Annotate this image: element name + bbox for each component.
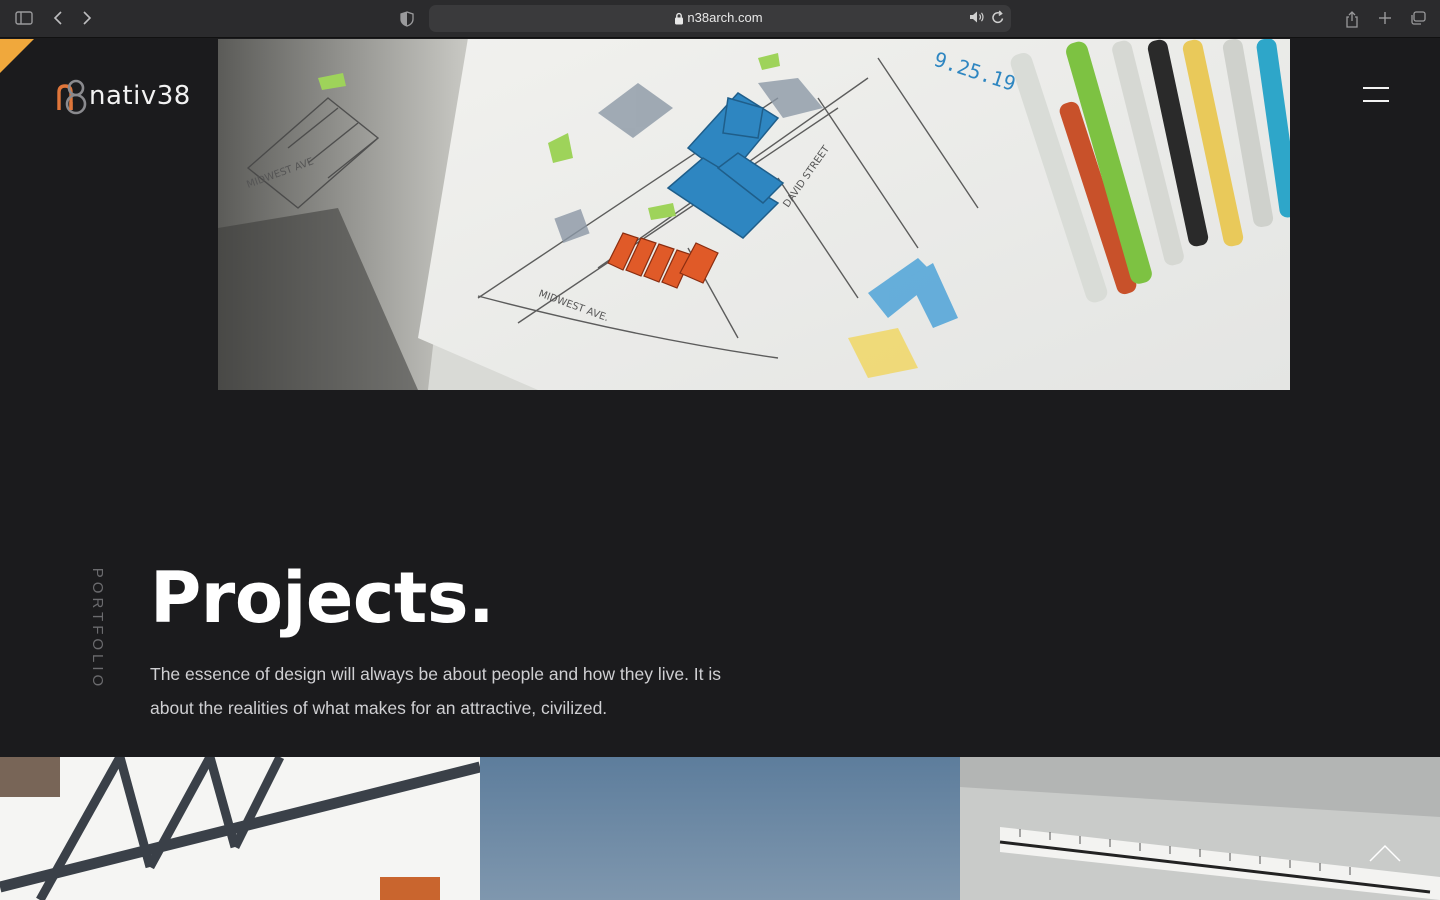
logo-wordmark: nativ38 [89,81,191,111]
project-gallery [0,757,1440,900]
audio-icon[interactable] [969,10,985,29]
section-description: The essence of design will always be abo… [150,664,722,718]
share-icon[interactable] [1342,9,1362,29]
sidebar-icon[interactable] [14,9,34,29]
browser-toolbar: n38arch.com [0,0,1440,38]
project-tile-truss[interactable] [0,757,480,900]
hamburger-menu-icon[interactable] [1363,87,1389,103]
logo-mark-icon [56,76,88,116]
url-text: n38arch.com [687,10,763,25]
project-tile-ruler[interactable] [960,757,1440,900]
hero-image: 9.25.19 MIDWEST AVE. DAVID STREET MIDWES… [218,39,1290,390]
webpage: nativ38 9.25.19 MIDWEST AVE. DAVID STREE… [0,39,1440,900]
address-bar[interactable]: n38arch.com [429,5,1011,32]
back-icon[interactable] [48,9,68,29]
tabs-icon[interactable] [1408,9,1428,29]
reload-icon[interactable] [991,10,1005,30]
section-label: PORTFOLIO [86,567,106,691]
site-logo[interactable]: nativ38 [56,76,191,116]
scroll-to-top-icon[interactable] [1368,843,1402,863]
shield-icon[interactable] [397,9,417,29]
portfolio-label: PORTFOLIO [89,567,106,691]
accent-corner [0,39,34,73]
project-tile-sky[interactable] [480,757,960,900]
page-title: Projects. [150,557,495,639]
new-tab-icon[interactable] [1375,9,1395,29]
forward-icon[interactable] [77,9,97,29]
